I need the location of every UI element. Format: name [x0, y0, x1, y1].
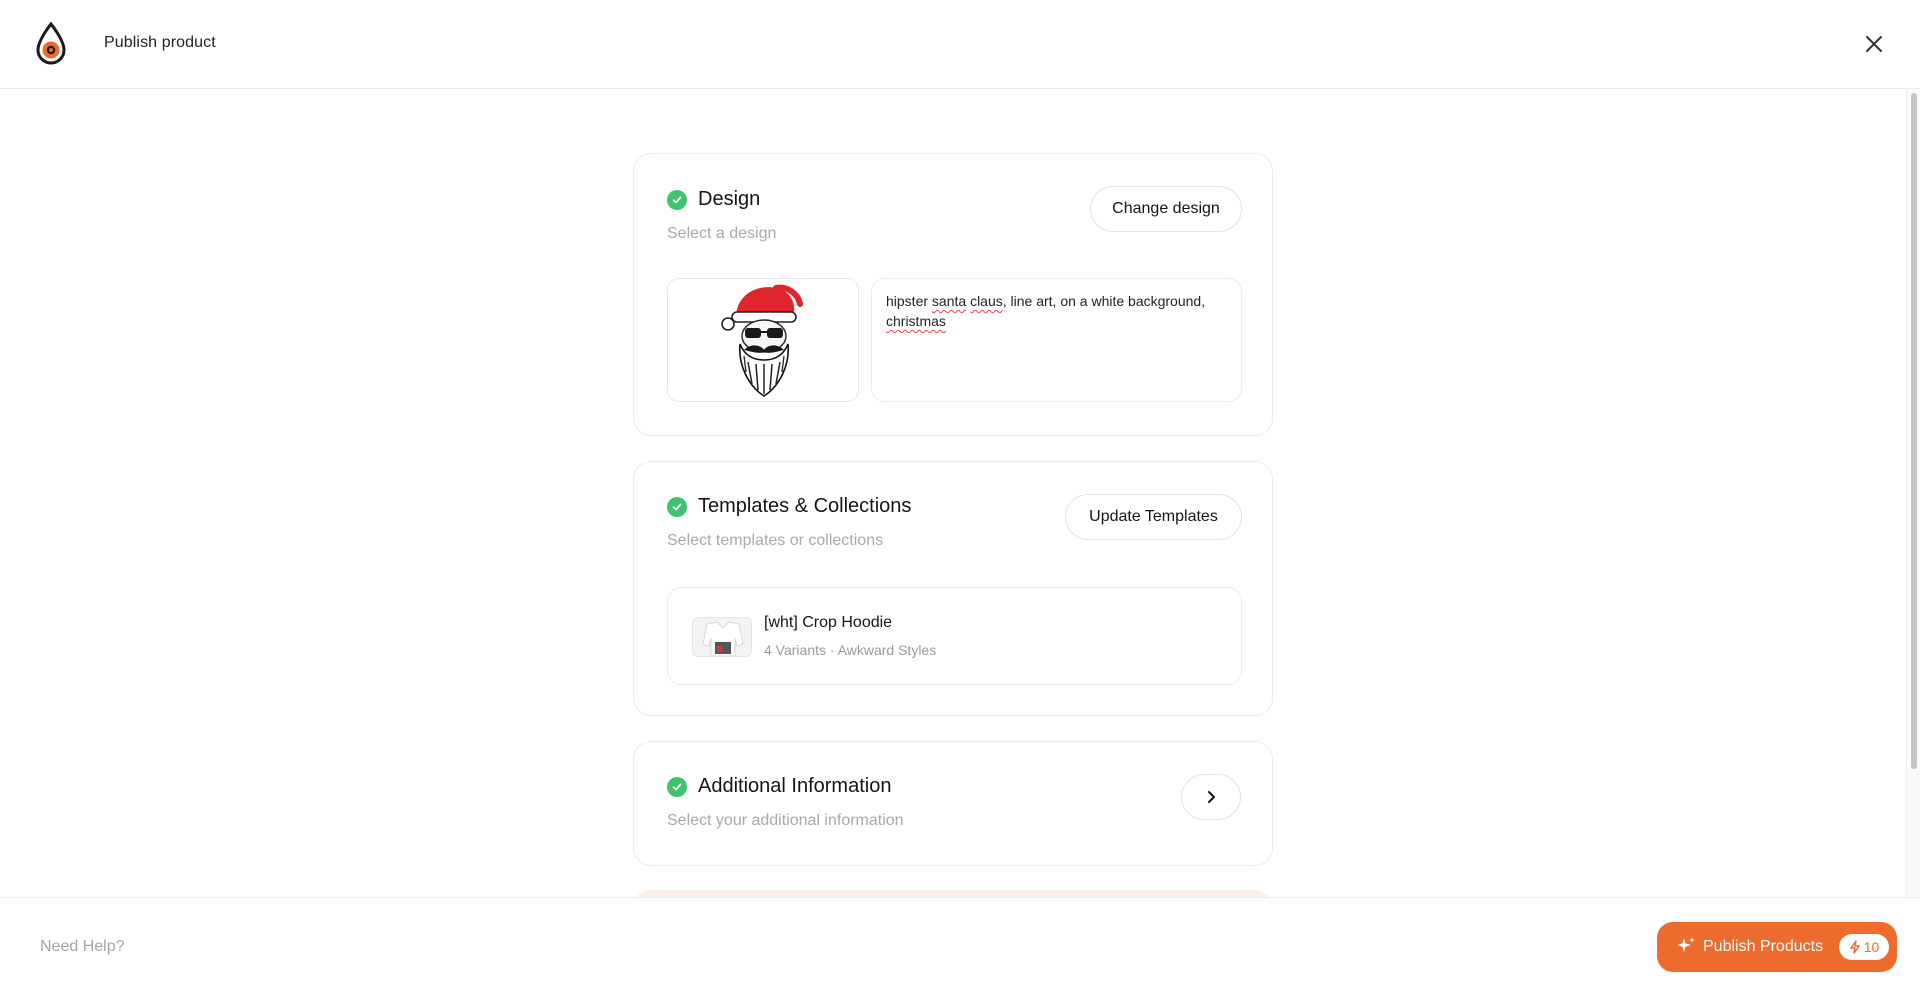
prompt-text-part: , line art, on a white background,: [1002, 293, 1206, 309]
droplet-logo-icon: [34, 21, 68, 66]
design-image[interactable]: [667, 278, 859, 402]
design-prompt-textarea[interactable]: hipster santa claus, line art, on a whit…: [871, 278, 1242, 402]
hoodie-thumbnail-icon: [692, 617, 752, 657]
templates-card-subtitle: Select templates or collections: [667, 532, 884, 549]
lightning-bolt-icon: [1850, 940, 1860, 954]
sparkles-icon: [1677, 937, 1695, 952]
publish-products-label: Publish Products: [1703, 938, 1824, 955]
chevron-right-icon: [1208, 791, 1215, 803]
publish-products-button[interactable]: Publish Products 10: [1657, 922, 1897, 972]
scrollbar-thumb[interactable]: [1911, 93, 1917, 769]
credits-badge: 10: [1839, 934, 1889, 960]
close-button[interactable]: [1862, 32, 1886, 56]
design-card: Design Select a design Change design hip…: [633, 153, 1273, 436]
templates-card-title: Templates & Collections: [698, 495, 912, 517]
additional-card-header: Additional Information: [667, 775, 891, 798]
templates-card-header: Templates & Collections: [667, 495, 911, 518]
templates-card: Templates & Collections Select templates…: [633, 461, 1273, 716]
template-list-item[interactable]: [wht] Crop Hoodie 4 Variants · Awkward S…: [667, 587, 1242, 685]
design-card-subtitle: Select a design: [667, 225, 777, 242]
prompt-misspelled-word: christmas: [886, 313, 946, 329]
check-circle-icon: [667, 776, 687, 797]
top-bar: Publish product: [0, 0, 1920, 89]
credits-count: 10: [1863, 939, 1880, 955]
additional-info-open-button[interactable]: [1181, 774, 1241, 820]
design-card-header: Design: [667, 188, 760, 211]
need-help-link[interactable]: Need Help?: [40, 938, 125, 956]
close-icon: [1866, 36, 1882, 52]
change-design-button[interactable]: Change design: [1090, 186, 1242, 232]
additional-info-card[interactable]: Additional Information Select your addit…: [633, 741, 1273, 866]
design-card-title: Design: [698, 188, 761, 210]
check-circle-icon: [667, 189, 687, 210]
footer-bar: Need Help? Publish Products 10: [0, 897, 1920, 995]
vertical-scrollbar[interactable]: [1906, 89, 1920, 897]
next-card-partial: [633, 890, 1273, 897]
update-templates-button[interactable]: Update Templates: [1065, 494, 1242, 540]
template-meta: 4 Variants · Awkward Styles: [764, 642, 937, 658]
additional-card-subtitle: Select your additional information: [667, 812, 904, 829]
page-title: Publish product: [104, 34, 216, 51]
additional-card-title: Additional Information: [698, 775, 892, 797]
main-content[interactable]: Design Select a design Change design hip…: [0, 89, 1906, 897]
santa-claus-design-icon: [721, 284, 803, 397]
prompt-misspelled-word: claus: [970, 293, 1003, 309]
prompt-misspelled-word: santa: [931, 293, 967, 309]
check-circle-icon: [667, 496, 687, 517]
prompt-text-part: hipster: [886, 293, 932, 309]
template-name: [wht] Crop Hoodie: [764, 614, 893, 631]
